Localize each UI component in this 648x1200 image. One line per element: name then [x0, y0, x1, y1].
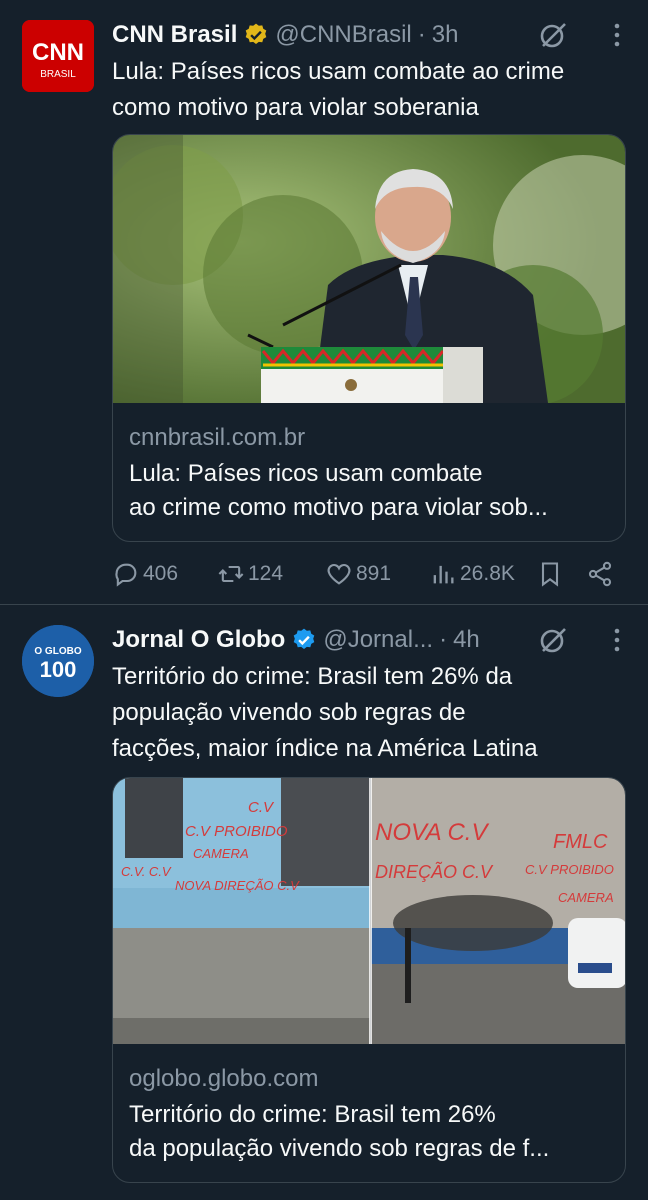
graffiti-text: C.V — [248, 799, 275, 816]
repost-icon — [218, 565, 244, 583]
grok-icon[interactable] — [538, 20, 568, 50]
card-image[interactable]: C.V C.V PROIBIDO CAMERA C.V. C.V NOVA DI… — [113, 778, 625, 1044]
tweet-text: Lula: Países ricos usam combate ao crime… — [112, 54, 626, 126]
reply-icon — [115, 563, 137, 587]
like-button[interactable]: 891 — [325, 560, 429, 588]
graffiti-text: NOVA DIREÇÃO C.V — [175, 878, 300, 893]
card-domain: cnnbrasil.com.br — [129, 424, 306, 451]
avatar-o-globo[interactable]: O GLOBO 100 — [22, 625, 94, 697]
card-title-line: Território do crime: Brasil tem 26% — [129, 1101, 496, 1128]
share-icon — [588, 561, 612, 587]
timestamp[interactable]: 3h — [432, 21, 459, 49]
author-name[interactable]: CNN Brasil — [112, 21, 237, 49]
avatar-logo-text: O GLOBO — [34, 646, 81, 657]
graffiti-text: CAMERA — [558, 890, 614, 905]
link-card[interactable]: cnnbrasil.com.br Lula: Países ricos usam… — [112, 134, 626, 542]
graffiti-text: C.V PROIBIDO — [525, 862, 614, 877]
views-icon — [433, 565, 454, 584]
bookmark-button[interactable] — [536, 560, 586, 588]
separator-dot: · — [439, 626, 448, 653]
graffiti-text: DIREÇÃO C.V — [375, 861, 494, 882]
card-body: cnnbrasil.com.br Lula: Países ricos usam… — [113, 403, 625, 525]
share-button[interactable] — [586, 560, 617, 588]
graffiti-text: FMLC — [553, 831, 608, 853]
like-icon — [327, 563, 351, 585]
separator-dot: · — [417, 21, 426, 48]
tweet-text-line: facções, maior índice na América Latina — [112, 735, 538, 762]
author-name[interactable]: Jornal O Globo — [112, 626, 285, 654]
verified-badge-icon — [291, 627, 317, 653]
more-icon[interactable] — [612, 22, 622, 48]
graffiti-text: C.V. C.V — [121, 864, 172, 879]
views-count: 26.8K — [460, 562, 515, 585]
card-title-line: ao crime como motivo para violar sob... — [129, 494, 548, 521]
card-title-line: Lula: Países ricos usam combate — [129, 460, 483, 487]
reply-button[interactable]: 406 — [112, 560, 217, 588]
tweet-text-line: Lula: Países ricos usam combate ao crime — [112, 58, 565, 85]
like-count: 891 — [356, 562, 392, 585]
graffiti-text: C.V PROIBIDO — [185, 823, 288, 840]
tweet-text-line: população vivendo sob regras de — [112, 699, 466, 726]
link-card[interactable]: C.V C.V PROIBIDO CAMERA C.V. C.V NOVA DI… — [112, 777, 626, 1183]
avatar-cnn-brasil[interactable]: CNN BRASIL — [22, 20, 94, 92]
card-image[interactable] — [113, 135, 625, 403]
card-title: Lula: Países ricos usam combate ao crime… — [129, 457, 609, 525]
reply-count: 406 — [143, 562, 179, 585]
timestamp[interactable]: 4h — [453, 626, 480, 654]
avatar-logo-subtext: 100 — [40, 657, 77, 682]
avatar-logo-text: CNN — [32, 39, 84, 66]
tweet-text-line: como motivo para violar soberania — [112, 94, 479, 121]
views-button[interactable]: 26.8K — [429, 560, 536, 588]
tweet-text: Território do crime: Brasil tem 26% da p… — [112, 659, 626, 767]
card-title: Território do crime: Brasil tem 26% da p… — [129, 1098, 609, 1166]
avatar-logo-subtext: BRASIL — [40, 69, 76, 80]
graffiti-text: CAMERA — [193, 846, 249, 861]
graffiti-text: NOVA C.V — [375, 819, 489, 846]
bookmark-icon — [541, 562, 559, 587]
grok-icon[interactable] — [538, 625, 568, 655]
repost-count: 124 — [248, 562, 284, 585]
author-handle[interactable]: @CNNBrasil — [275, 21, 411, 49]
card-domain: oglobo.globo.com — [129, 1065, 319, 1092]
card-body: oglobo.globo.com Território do crime: Br… — [113, 1044, 625, 1166]
card-title-line: da população vivendo sob regras de f... — [129, 1135, 550, 1162]
verified-badge-icon — [243, 22, 269, 48]
repost-button[interactable]: 124 — [217, 560, 325, 588]
tweet-text-line: Território do crime: Brasil tem 26% da — [112, 663, 513, 690]
tweet-actions: 406 124 891 26.8K — [112, 556, 626, 592]
more-icon[interactable] — [612, 627, 622, 653]
author-handle[interactable]: @Jornal... — [323, 626, 433, 654]
tweet-oglobo[interactable]: O GLOBO 100 Jornal O Globo @Jornal... · … — [0, 605, 648, 1200]
tweet-cnn[interactable]: CNN BRASIL CNN Brasil @CNNBrasil · 3h Lu… — [0, 0, 648, 605]
